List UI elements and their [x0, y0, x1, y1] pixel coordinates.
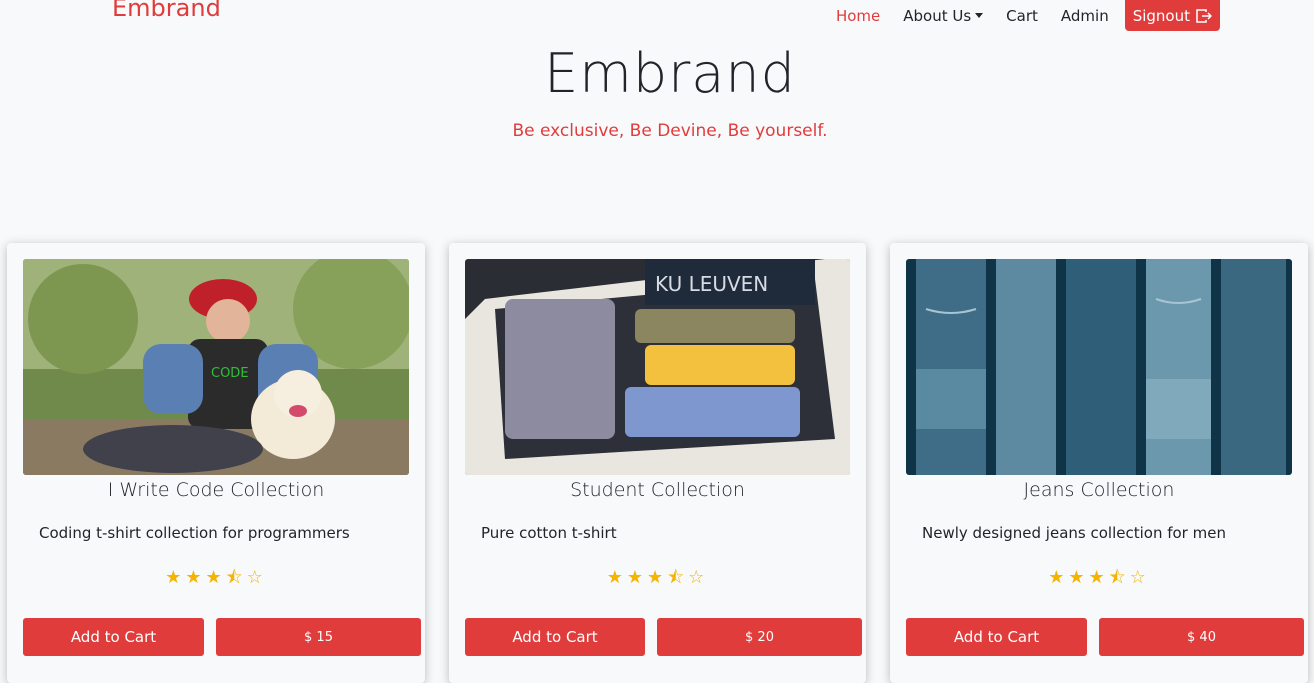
signout-icon — [1196, 8, 1212, 23]
product-description: Newly designed jeans collection for men — [922, 524, 1226, 542]
nav-about-dropdown[interactable]: About Us — [903, 6, 984, 25]
svg-text:CODE: CODE — [211, 366, 249, 381]
product-title: Student Collection — [570, 479, 745, 501]
product-card: KU LEUVEN Student Collection Pure cotton… — [449, 243, 866, 683]
nav-links: Home About Us Cart Admin Signout — [813, 0, 1220, 31]
brand-logo-link[interactable]: Embrand — [112, 0, 221, 22]
star-rating-icon: ★★★⯪☆ — [606, 567, 709, 588]
nav-admin-link[interactable]: Admin — [1061, 7, 1109, 25]
hero-subtitle: Be exclusive, Be Devine, Be yourself. — [512, 121, 828, 141]
nav-about-label: About Us — [903, 6, 972, 25]
product-description: Coding t-shirt collection for programmer… — [39, 524, 350, 542]
nav-cart-link[interactable]: Cart — [1006, 7, 1038, 25]
product-card: CODE I Write Code Collection Coding t-sh… — [7, 243, 425, 683]
product-image-student-collection: KU LEUVEN — [465, 259, 850, 475]
price-button[interactable]: $ 40 — [1099, 618, 1304, 656]
price-button[interactable]: $ 20 — [657, 618, 862, 656]
hero-title: Embrand — [544, 42, 796, 105]
svg-text:KU LEUVEN: KU LEUVEN — [655, 272, 768, 296]
product-description: Pure cotton t-shirt — [481, 524, 617, 542]
product-card: Jeans Collection Newly designed jeans co… — [890, 243, 1308, 683]
product-title: I Write Code Collection — [107, 479, 325, 501]
add-to-cart-button[interactable]: Add to Cart — [906, 618, 1087, 656]
signout-button[interactable]: Signout — [1124, 0, 1220, 31]
star-rating-icon: ★★★⯪☆ — [1048, 567, 1150, 588]
product-image-jeans-collection — [906, 259, 1292, 475]
price-button[interactable]: $ 15 — [216, 618, 421, 656]
navbar: Embrand Home About Us Cart Admin Signout — [100, 0, 1230, 40]
product-image-code-collection: CODE — [23, 259, 409, 475]
star-rating-icon: ★★★⯪☆ — [165, 567, 267, 588]
nav-home-link[interactable]: Home — [836, 7, 880, 25]
caret-down-icon — [975, 13, 984, 18]
signout-label: Signout — [1132, 6, 1190, 25]
add-to-cart-button[interactable]: Add to Cart — [465, 618, 645, 656]
add-to-cart-button[interactable]: Add to Cart — [23, 618, 204, 656]
product-title: Jeans Collection — [1023, 479, 1175, 501]
